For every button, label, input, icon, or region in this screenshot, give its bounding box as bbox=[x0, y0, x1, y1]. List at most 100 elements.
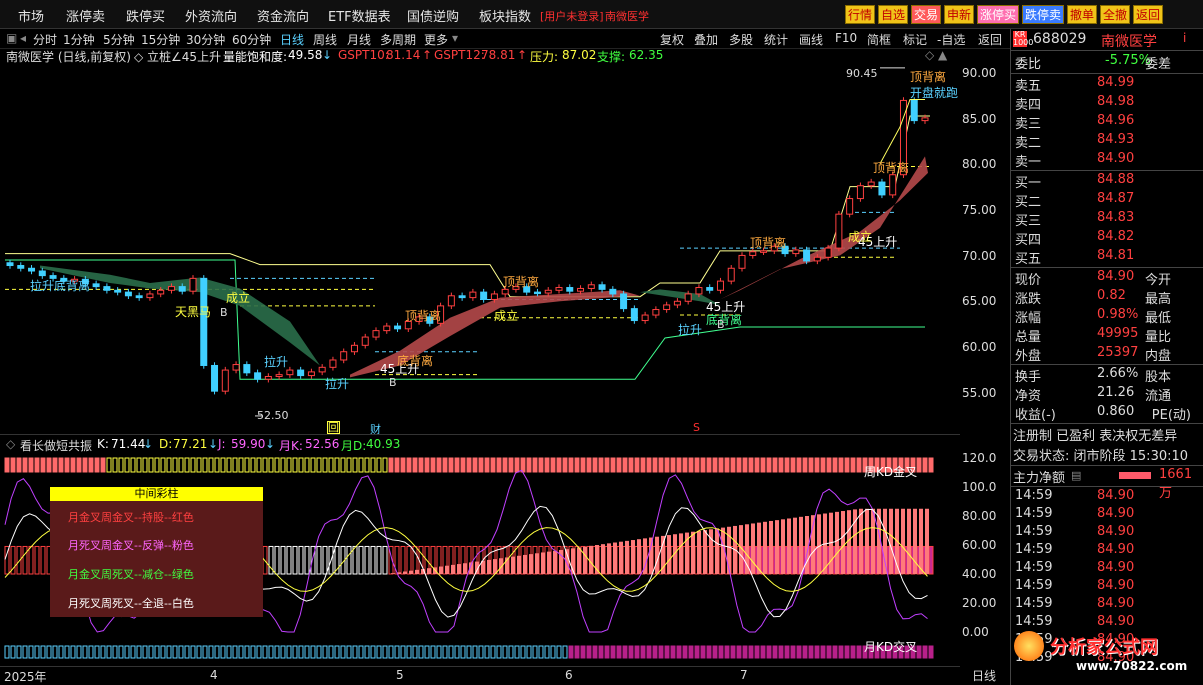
menu-limit-down-buy[interactable]: 跌停买 bbox=[126, 6, 165, 25]
week-kd-bar bbox=[592, 457, 598, 473]
week-kd-bar bbox=[628, 457, 634, 473]
ind-tick: 80.00 bbox=[962, 509, 997, 523]
btn-limitup-buy[interactable]: 涨停买 bbox=[977, 5, 1020, 24]
salmon-histogram-bar bbox=[439, 566, 443, 574]
menu-market[interactable]: 市场 bbox=[18, 6, 44, 25]
tab-period-multi[interactable]: 多周期 bbox=[380, 31, 416, 48]
list-icon[interactable]: ▤ bbox=[1071, 469, 1081, 482]
buy2-row[interactable]: 买二 84.87 bbox=[1013, 191, 1201, 210]
sell1-price: 84.90 bbox=[1097, 151, 1135, 166]
btn-back[interactable]: 返回 bbox=[1133, 5, 1164, 24]
week-kd-bar bbox=[562, 457, 568, 473]
tool-mark[interactable]: 标记 bbox=[903, 31, 927, 48]
candlestick bbox=[641, 314, 649, 322]
tool-self-select[interactable]: -自选 bbox=[937, 31, 965, 48]
tool-fuquan[interactable]: 复权 bbox=[660, 31, 684, 48]
tool-overlay[interactable]: 叠加 bbox=[694, 31, 718, 48]
month-kd-bar bbox=[148, 645, 154, 659]
sell5-row[interactable]: 卖五 84.99 bbox=[1013, 75, 1201, 94]
tool-return[interactable]: 返回 bbox=[978, 31, 1002, 48]
menu-sector-index[interactable]: 板块指数 bbox=[479, 6, 531, 25]
sell2-row[interactable]: 卖二 84.93 bbox=[1013, 132, 1201, 151]
month-kd-bar bbox=[850, 645, 856, 659]
stat-value: 0.98% bbox=[1097, 307, 1139, 322]
tool-simple-frame[interactable]: 简框 bbox=[867, 31, 891, 48]
menu-capital-flow[interactable]: 资金流向 bbox=[257, 6, 309, 25]
middle-color-bar bbox=[352, 545, 358, 575]
btn-limitdown-sell[interactable]: 跌停卖 bbox=[1022, 5, 1065, 24]
week-kd-bar bbox=[448, 457, 454, 473]
salmon-histogram-bar bbox=[517, 555, 521, 574]
login-status[interactable]: [用户未登录] bbox=[540, 8, 604, 24]
week-kd-bar bbox=[16, 457, 22, 473]
salmon-histogram-bar bbox=[619, 541, 623, 574]
salmon-histogram-bar bbox=[463, 563, 467, 574]
btn-watchlist[interactable]: 自选 bbox=[878, 5, 909, 24]
event-s-marker[interactable]: S bbox=[693, 421, 700, 434]
month-kd-bar bbox=[916, 645, 922, 659]
tab-period-5min[interactable]: 5分钟 bbox=[103, 31, 135, 48]
tab-period-fenshi[interactable]: 分时 bbox=[33, 31, 57, 48]
panel-divider bbox=[0, 434, 960, 435]
week-kd-bar bbox=[82, 457, 88, 473]
formula-name[interactable]: ◇ 立桩∠45上升 bbox=[134, 48, 221, 65]
candlestick bbox=[124, 291, 132, 297]
pull-up-label: 拉升 bbox=[264, 355, 289, 369]
candlestick bbox=[458, 295, 466, 299]
week-kd-bar bbox=[724, 457, 730, 473]
btn-cancel-all[interactable]: 全撤 bbox=[1100, 5, 1131, 24]
month-kd-bar bbox=[28, 645, 34, 659]
candlestick bbox=[587, 284, 595, 289]
sell3-row[interactable]: 卖三 84.96 bbox=[1013, 113, 1201, 132]
menu-foreign-flow[interactable]: 外资流向 bbox=[185, 6, 237, 25]
week-kd-bar bbox=[730, 457, 736, 473]
candlestick bbox=[673, 300, 681, 306]
event-hui-marker[interactable]: 回 bbox=[327, 421, 340, 434]
price-tick: 85.00 bbox=[962, 112, 997, 126]
tool-f10[interactable]: F10 bbox=[835, 31, 857, 45]
menu-limit-up-sell[interactable]: 涨停卖 bbox=[66, 6, 105, 25]
btn-trade[interactable]: 交易 bbox=[911, 5, 942, 24]
tab-period-1min[interactable]: 1分钟 bbox=[63, 31, 95, 48]
arrow-icon[interactable]: ◂ bbox=[20, 31, 26, 45]
week-kd-bar bbox=[436, 457, 442, 473]
diamond-icon[interactable]: ◇ ▲ bbox=[925, 48, 947, 62]
tab-period-monthly[interactable]: 月线 bbox=[347, 31, 371, 48]
month-kd-bar bbox=[424, 645, 430, 659]
week-kd-bar bbox=[790, 457, 796, 473]
btn-ipo[interactable]: 申新 bbox=[944, 5, 975, 24]
tool-multi-stock[interactable]: 多股 bbox=[729, 31, 753, 48]
week-kd-bar bbox=[916, 457, 922, 473]
week-kd-bar bbox=[706, 457, 712, 473]
info-icon[interactable]: i bbox=[1183, 31, 1186, 45]
buy5-row[interactable]: 买五 84.81 bbox=[1013, 248, 1201, 267]
chevron-down-icon[interactable]: ▾ bbox=[452, 31, 458, 45]
week-kd-bar bbox=[688, 457, 694, 473]
menu-etf-table[interactable]: ETF数据表 bbox=[328, 6, 391, 25]
menu-repo[interactable]: 国债逆购 bbox=[407, 6, 459, 25]
buy4-row[interactable]: 买四 84.82 bbox=[1013, 229, 1201, 248]
sell4-row[interactable]: 卖四 84.98 bbox=[1013, 94, 1201, 113]
buy1-row[interactable]: 买一 84.88 bbox=[1013, 172, 1201, 191]
tab-period-daily[interactable]: 日线 bbox=[280, 31, 304, 48]
tab-period-more[interactable]: 更多 bbox=[424, 31, 448, 48]
week-kd-bar bbox=[502, 457, 508, 473]
candlestick bbox=[598, 284, 606, 290]
salmon-histogram-bar bbox=[817, 514, 821, 574]
sell1-row[interactable]: 卖一 84.90 bbox=[1013, 151, 1201, 170]
panel-icon[interactable]: ▣ bbox=[6, 31, 17, 45]
btn-cancel[interactable]: 撤单 bbox=[1067, 5, 1098, 24]
month-kd-bar bbox=[10, 645, 16, 659]
btn-quote[interactable]: 行情 bbox=[845, 5, 876, 24]
tab-period-60min[interactable]: 60分钟 bbox=[232, 31, 271, 48]
price-tick: 55.00 bbox=[962, 386, 997, 400]
main-candlestick-chart[interactable] bbox=[0, 64, 960, 434]
month-kd-bar bbox=[682, 645, 688, 659]
buy3-row[interactable]: 买三 84.83 bbox=[1013, 210, 1201, 229]
tool-draw[interactable]: 画线 bbox=[799, 31, 823, 48]
tab-period-weekly[interactable]: 周线 bbox=[313, 31, 337, 48]
tool-stats[interactable]: 统计 bbox=[764, 31, 788, 48]
tab-period-15min[interactable]: 15分钟 bbox=[141, 31, 180, 48]
wc-label: 委差 bbox=[1144, 57, 1171, 72]
tab-period-30min[interactable]: 30分钟 bbox=[186, 31, 225, 48]
